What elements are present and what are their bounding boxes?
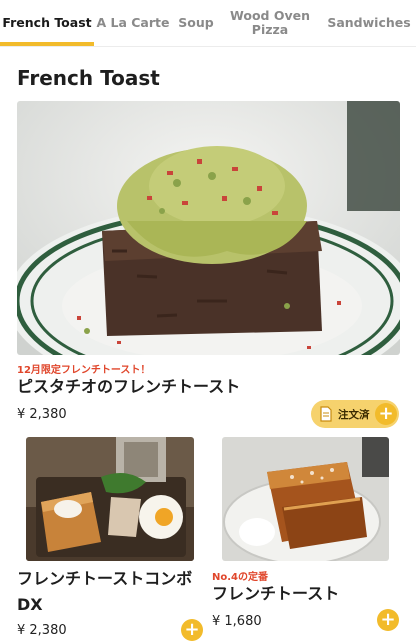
featured-item-price: ¥ 2,380 (17, 407, 67, 422)
plus-icon[interactable]: + (181, 619, 203, 641)
item-name-french-toast[interactable]: フレンチトースト (212, 581, 339, 607)
plus-icon[interactable]: + (377, 609, 399, 631)
item-price-combo-dx: ¥ 2,380 (17, 623, 67, 638)
tab-a-la-carte[interactable]: A La Carte (94, 0, 172, 46)
item-photo-french-toast[interactable] (222, 437, 389, 561)
item-name-combo-dx[interactable]: フレンチトーストコンボDX (17, 566, 197, 618)
tab-wood-oven-pizza[interactable]: Wood Oven Pizza (222, 0, 318, 46)
item-photo-combo-dx[interactable] (26, 437, 194, 561)
tab-sandwiches[interactable]: Sandwiches (322, 0, 416, 46)
featured-item-name[interactable]: ピスタチオのフレンチトースト (17, 374, 240, 400)
section-title: French Toast (17, 66, 160, 90)
french-toast-image (222, 437, 389, 561)
french-toast-combo-image (26, 437, 194, 561)
plus-icon[interactable]: + (375, 403, 397, 425)
pistachio-french-toast-image (17, 101, 400, 355)
category-tab-bar: French Toast A La Carte Soup Wood Oven P… (0, 0, 416, 47)
active-tab-indicator (0, 42, 94, 46)
document-icon (320, 406, 332, 422)
tab-soup[interactable]: Soup (172, 0, 220, 46)
featured-item-photo[interactable] (17, 101, 400, 355)
item-price-french-toast: ¥ 1,680 (212, 614, 262, 629)
ordered-button[interactable]: 注文済 + (311, 400, 399, 428)
ordered-label: 注文済 (338, 409, 370, 421)
tab-french-toast[interactable]: French Toast (0, 0, 94, 46)
